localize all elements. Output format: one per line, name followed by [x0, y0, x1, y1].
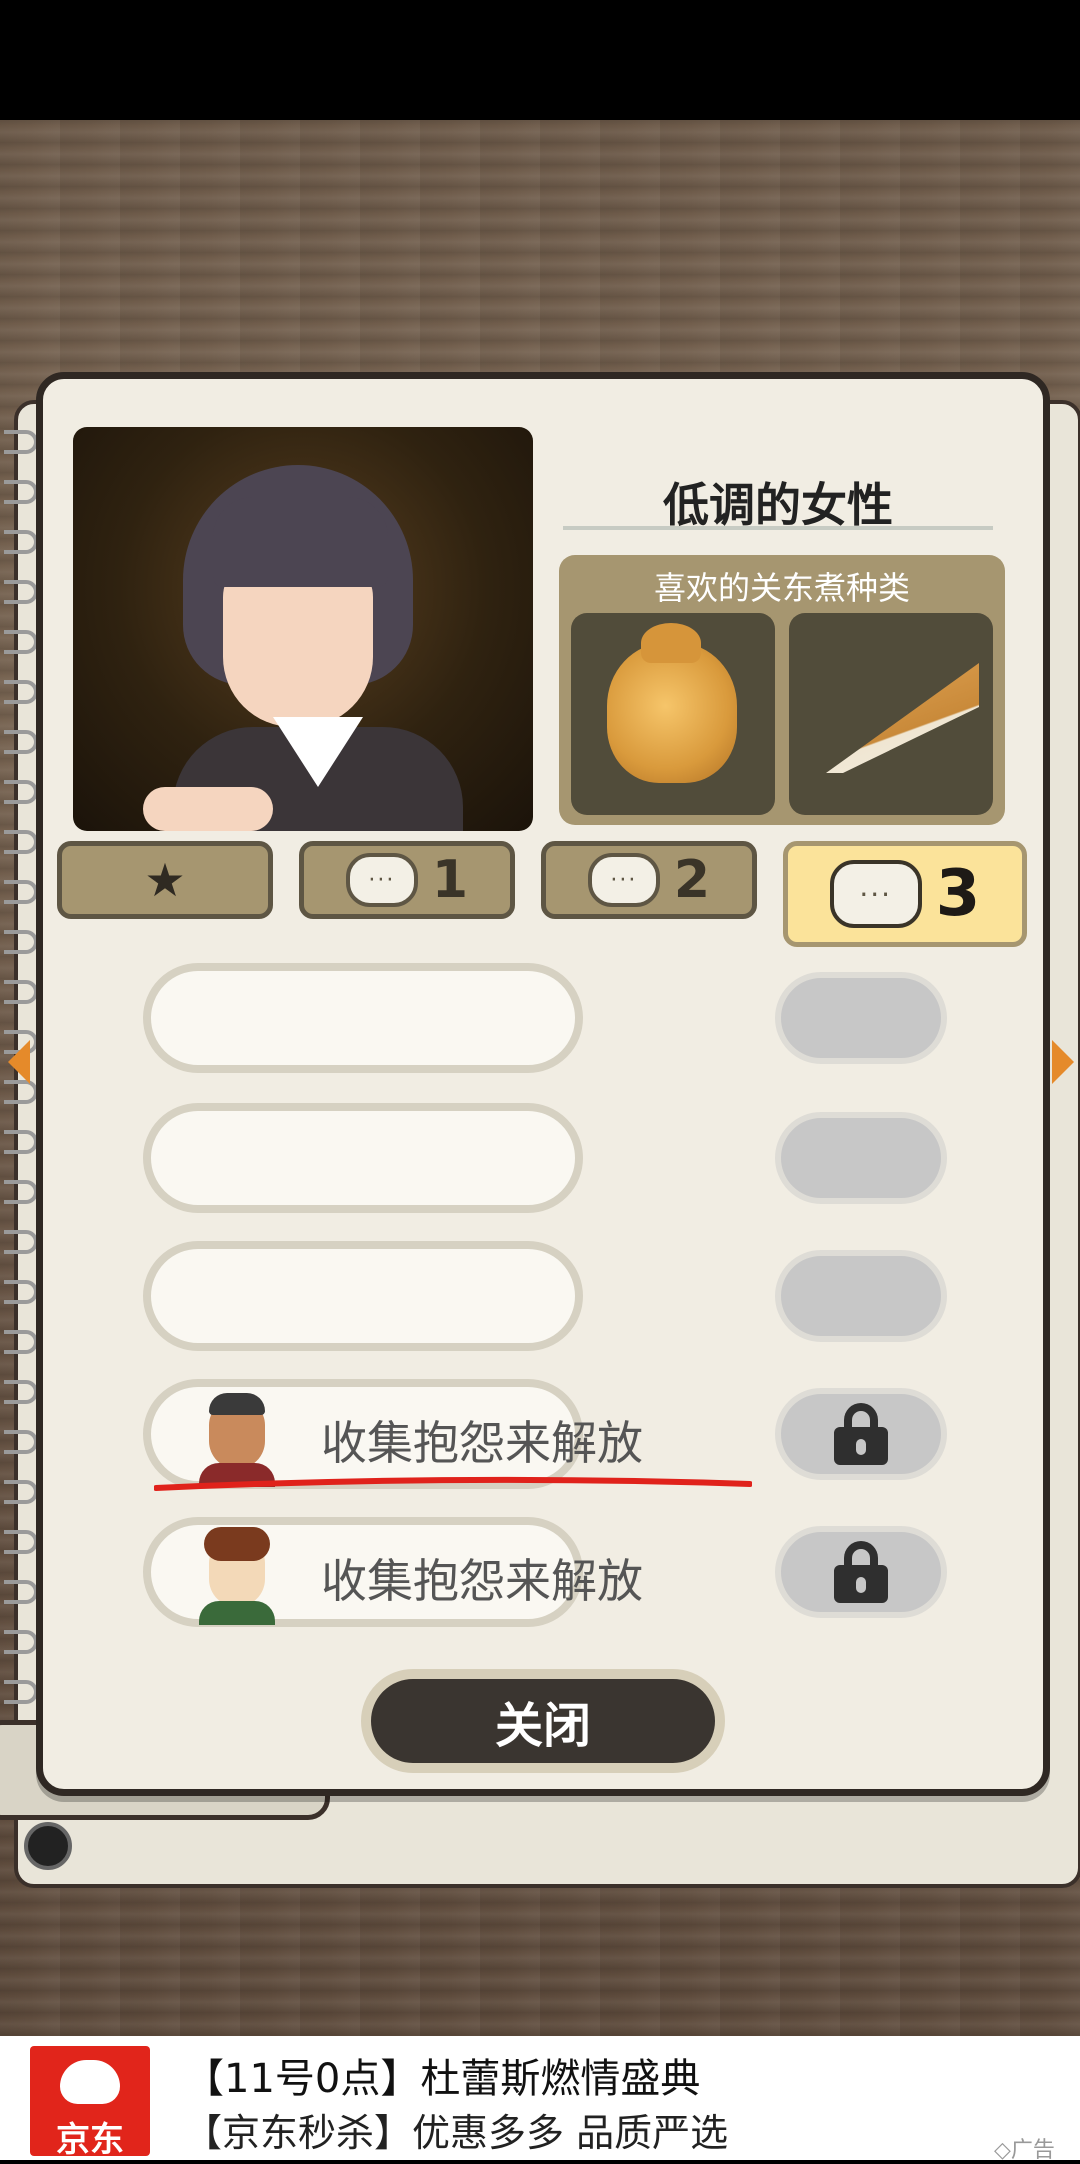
spiral-ring	[4, 680, 38, 704]
status-bar	[0, 0, 1080, 120]
fried-tofu-pouch-icon	[607, 643, 737, 783]
spiral-ring	[4, 1630, 38, 1654]
spiral-ring	[4, 1230, 38, 1254]
unlock-hint-text: 收集抱怨来解放	[321, 1416, 643, 1470]
character-card: 低调的女性 喜欢的关东煮种类 ★ ··· 1 ··· 2 ··· 3 收集抱怨来	[36, 372, 1050, 1796]
ad-headline: 【11号0点】杜蕾斯燃情盛典	[184, 2056, 701, 2102]
spiral-ring	[4, 1130, 38, 1154]
tab-complaint-3[interactable]: ··· 3	[783, 841, 1027, 947]
spiral-ring	[4, 780, 38, 804]
favorite-oden-title: 喜欢的关东煮种类	[653, 569, 910, 607]
spiral-ring	[4, 1680, 38, 1704]
fried-tofu-slice-icon	[826, 663, 979, 773]
complaint-slot-2-button[interactable]	[775, 1112, 947, 1204]
spiral-ring	[4, 1430, 38, 1454]
prev-page-arrow-icon[interactable]	[8, 1040, 30, 1084]
curly-hair-man-avatar	[195, 1527, 279, 1625]
lock-icon	[834, 1403, 888, 1465]
speech-bubble-icon: ···	[345, 853, 418, 907]
ad-banner[interactable]: 京东 【11号0点】杜蕾斯燃情盛典 【京东秒杀】优惠多多 品质严选 ◇广告	[0, 2036, 1080, 2163]
spiral-ring	[4, 1480, 38, 1504]
ad-label: ◇广告	[994, 2138, 1055, 2163]
spiral-ring	[4, 1380, 38, 1404]
ad-subline: 【京东秒杀】优惠多多 品质严选	[184, 2111, 729, 2155]
tab-complaint-2[interactable]: ··· 2	[541, 841, 757, 919]
spiral-ring	[4, 980, 38, 1004]
complaint-slot-5-button[interactable]	[775, 1526, 947, 1618]
speech-bubble-icon: ···	[587, 853, 660, 907]
complaint-slot-4-button[interactable]	[775, 1388, 947, 1480]
ad-brand: 京东	[56, 2120, 124, 2160]
complaint-slot-3[interactable]	[143, 1241, 583, 1351]
tab-star[interactable]: ★	[57, 841, 273, 919]
spiral-ring	[4, 1580, 38, 1604]
spiral-ring	[4, 530, 38, 554]
spiral-ring	[4, 1180, 38, 1204]
complaint-slot-4[interactable]: 收集抱怨来解放	[143, 1379, 643, 1489]
complaint-slot-1-button[interactable]	[775, 972, 947, 1064]
speech-bubble-icon: ···	[829, 860, 922, 928]
spiral-ring	[4, 930, 38, 954]
spiral-ring	[4, 880, 38, 904]
unlock-hint-text: 收集抱怨来解放	[321, 1554, 643, 1608]
next-page-arrow-icon[interactable]	[1052, 1040, 1074, 1084]
jd-logo-icon: 京东	[30, 2046, 150, 2160]
complaint-slot-5[interactable]: 收集抱怨来解放	[143, 1517, 643, 1627]
red-annotation-underline	[154, 1476, 752, 1491]
spiral-ring	[4, 830, 38, 854]
spiral-ring	[4, 580, 38, 604]
spiral-ring	[4, 1330, 38, 1354]
spiral-ring	[4, 480, 38, 504]
star-icon: ★	[144, 853, 186, 907]
complaint-slot-3-button[interactable]	[775, 1250, 947, 1342]
spiral-ring	[4, 1530, 38, 1554]
character-portrait	[73, 427, 533, 831]
spiral-ring	[4, 1280, 38, 1304]
name-divider	[563, 526, 993, 530]
tab-number: 2	[673, 850, 711, 910]
lock-icon	[834, 1541, 888, 1603]
complaint-slot-2[interactable]	[143, 1103, 583, 1213]
favorite-oden-panel: 喜欢的关东煮种类	[559, 555, 1005, 825]
spiral-ring	[4, 430, 38, 454]
notebook-knob	[24, 1822, 72, 1870]
tab-number: 1	[431, 850, 469, 910]
spiral-ring	[4, 630, 38, 654]
bald-man-avatar	[195, 1391, 279, 1487]
tab-number: 3	[935, 857, 981, 931]
complaint-slot-1[interactable]	[143, 963, 583, 1073]
tab-complaint-1[interactable]: ··· 1	[299, 841, 515, 919]
favorite-oden-item[interactable]	[571, 613, 775, 815]
close-button[interactable]: 关闭	[361, 1669, 725, 1773]
spiral-ring	[4, 730, 38, 754]
favorite-oden-item[interactable]	[789, 613, 993, 815]
